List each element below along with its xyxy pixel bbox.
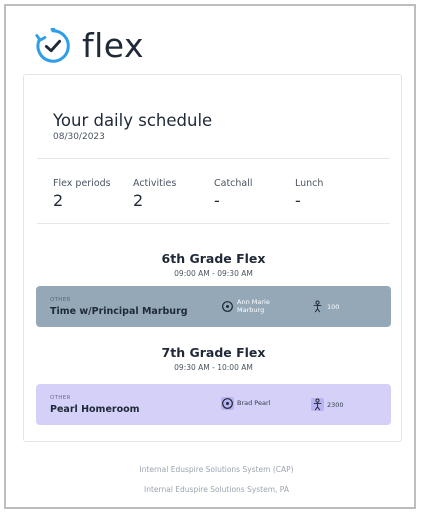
activity-category: OTHER: [50, 297, 71, 303]
stat-lunch: Lunch -: [295, 178, 323, 210]
activity-name: Pearl Homeroom: [50, 404, 140, 415]
stat-value: -: [295, 191, 301, 210]
stopwatch-check-icon: [35, 27, 70, 63]
divider: [37, 158, 390, 159]
activity-teacher: Ann Marie Marburg: [221, 298, 277, 314]
stat-label: Flex periods: [53, 178, 111, 189]
period-time: 09:00 AM - 09:30 AM: [174, 269, 253, 278]
activity-category: OTHER: [50, 395, 71, 401]
page-frame: flex Your daily schedule 08/30/2023 Flex…: [4, 4, 416, 509]
brand-header: flex: [34, 26, 144, 65]
period-title: 6th Grade Flex: [161, 251, 266, 266]
activity-room: 2300: [311, 398, 344, 411]
stat-value: -: [214, 191, 220, 210]
location-pin-icon: [222, 301, 233, 312]
stat-label: Lunch: [295, 178, 324, 189]
period-time: 09:30 AM - 10:00 AM: [174, 363, 253, 372]
stat-activities: Activities 2: [133, 178, 176, 210]
daily-schedule-card: Your daily schedule 08/30/2023 Flex peri…: [23, 74, 402, 442]
activity-teacher-name: Brad Pearl: [237, 398, 271, 407]
brand-name: flex: [82, 26, 145, 65]
footer-line: Internal Eduspire Solutions System (CAP): [139, 465, 294, 474]
stat-label: Activities: [133, 178, 177, 189]
stat-value: 2: [53, 191, 64, 210]
activity-room-number: 100: [327, 302, 340, 311]
activity-teacher-name: Ann Marie Marburg: [237, 298, 270, 314]
activity-teacher: Brad Pearl: [221, 397, 270, 410]
stat-label: Catchall: [214, 178, 253, 189]
activity-name: Time w/Principal Marburg: [50, 306, 188, 317]
activity-room-number: 2300: [327, 400, 344, 409]
stat-catchall: Catchall -: [214, 178, 253, 210]
activity-room: 100: [311, 300, 339, 313]
stat-flex-periods: Flex periods 2: [53, 178, 111, 210]
activity-slot[interactable]: OTHER Pearl Homeroom Brad Pearl 2300: [36, 384, 391, 425]
stat-value: 2: [133, 191, 144, 210]
divider: [37, 223, 390, 224]
person-icon: [311, 398, 324, 411]
person-icon: [313, 300, 322, 313]
schedule-date: 08/30/2023: [53, 132, 105, 142]
location-pin-icon: [221, 397, 234, 410]
activity-slot[interactable]: OTHER Time w/Principal Marburg Ann Marie…: [36, 286, 391, 327]
period-title: 7th Grade Flex: [161, 345, 266, 360]
footer-line: Internal Eduspire Solutions System, PA: [144, 485, 289, 494]
schedule-title: Your daily schedule: [53, 111, 213, 130]
